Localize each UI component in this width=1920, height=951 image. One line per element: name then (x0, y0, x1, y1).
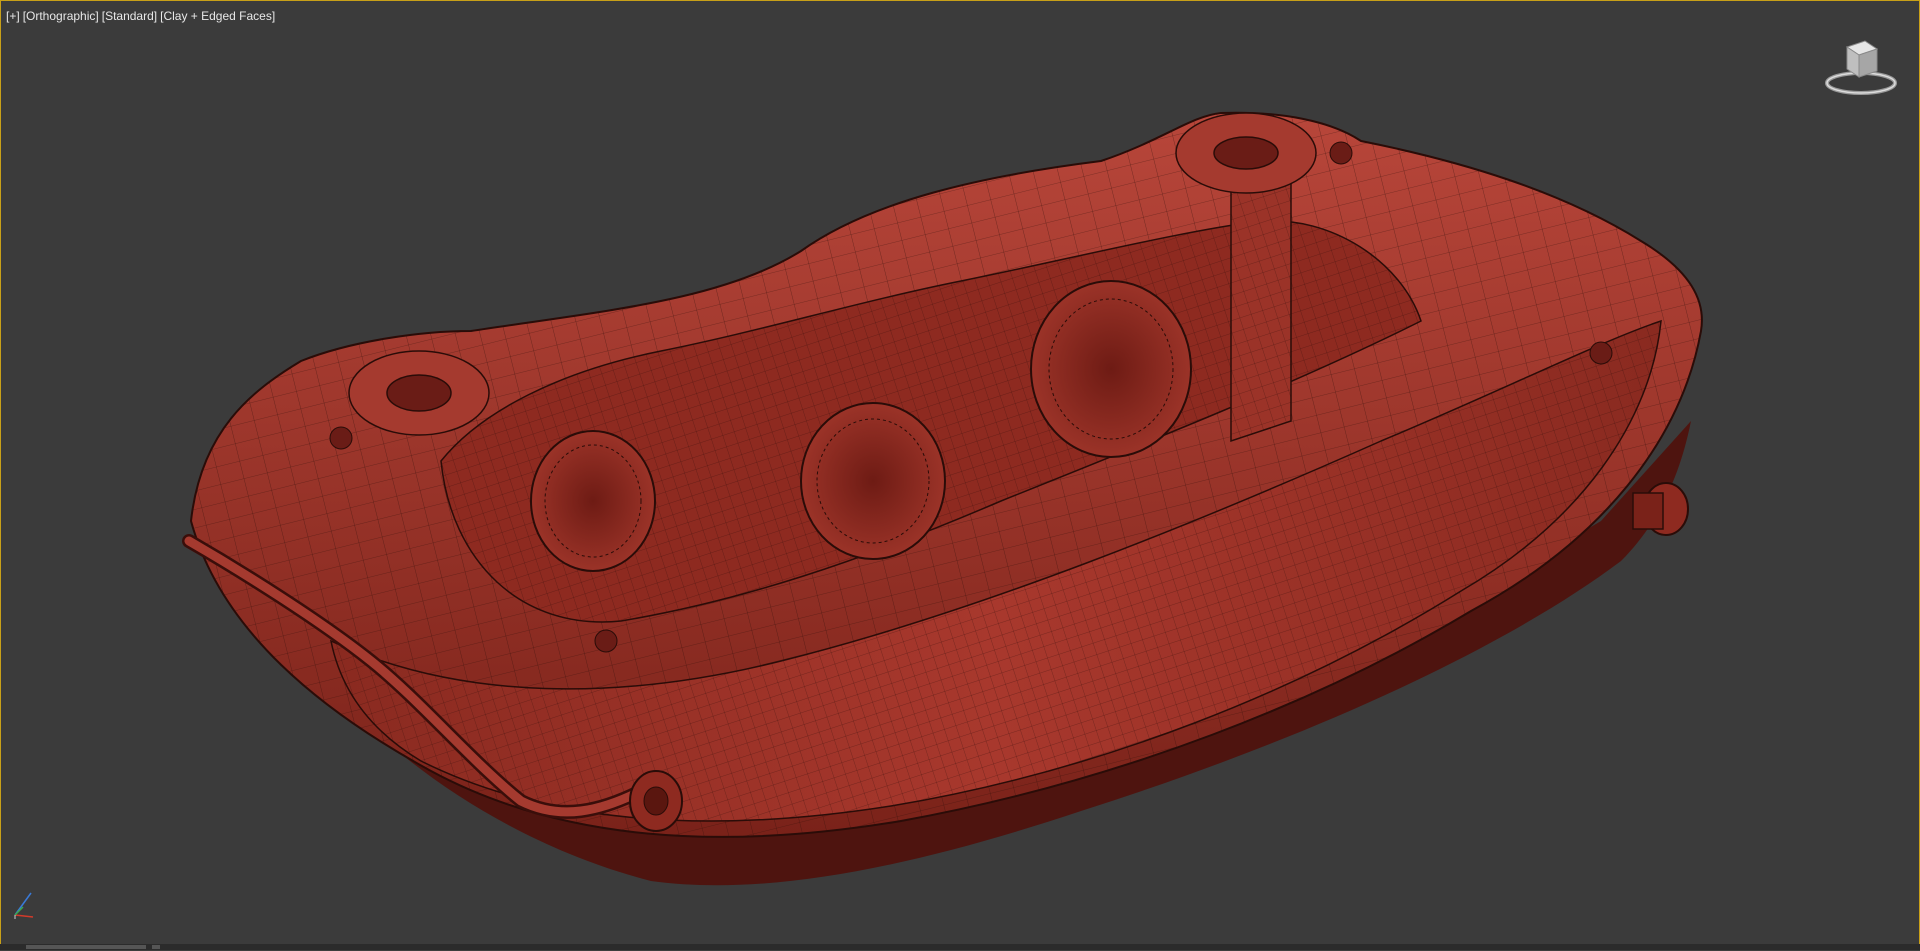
banjo-fitting-bottom (629, 770, 683, 832)
caliper-bridge-pillar-wireframe (1231, 151, 1291, 441)
timeline-slider[interactable] (26, 945, 146, 949)
timeline-strip[interactable] (0, 944, 1920, 950)
mount-boss-right (1175, 112, 1317, 194)
piston-3[interactable] (1030, 280, 1192, 458)
viewport-perspective[interactable]: [+] [Orthographic] [Standard] [Clay + Ed… (0, 0, 1920, 945)
mount-boss-left (348, 350, 490, 436)
axis-tripod-icon (14, 892, 34, 919)
piston-2[interactable] (800, 402, 946, 560)
brake-caliper-model[interactable] (1, 1, 1920, 951)
piston-1[interactable] (530, 430, 656, 572)
timeline-next-button[interactable] (152, 945, 160, 949)
